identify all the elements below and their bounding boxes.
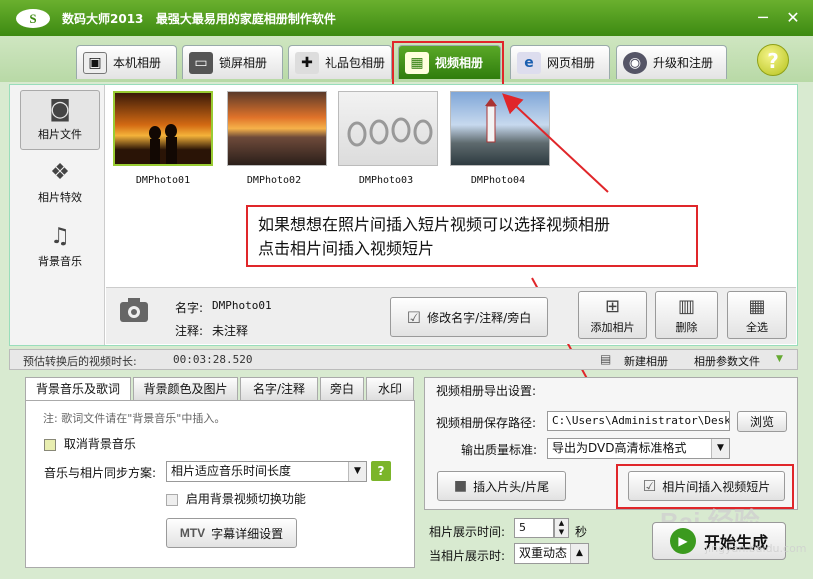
browse-button[interactable]: 浏览 [737,411,787,432]
arrow-to-video-tab [502,93,609,193]
name-label: 名字: [175,301,204,315]
select-all-button[interactable]: ▦ 全选 [727,291,787,339]
when-select[interactable]: 双重动态 ▲ [514,543,589,564]
play-icon: ▶ [669,528,696,554]
lyrics-note: 注: 歌词文件请在"背景音乐"中插入。 [43,412,226,425]
save-path-input[interactable]: C:\Users\Administrator\Desktop [547,411,730,431]
quality-label: 输出质量标准: [461,443,538,457]
chevron-up-icon[interactable]: ▲ [570,544,588,563]
document-icon: ▤ [600,352,612,366]
name-value: DMPhoto01 [212,299,272,312]
duration-label: 预估转换后的视频时长: [23,355,137,368]
chevron-down-icon[interactable]: ▼ [348,462,366,481]
add-photo-button[interactable]: ⊞ 添加相片 [578,291,647,339]
seconds-label: 秒 [575,525,588,539]
grid-icon: ▦ [748,295,766,317]
param-file-menu[interactable]: 相册参数文件 [694,353,760,369]
checkbox-box[interactable] [166,493,178,506]
note-value: 未注释 [212,324,249,338]
tab-name-note[interactable]: 名字/注释 [240,377,318,400]
duration-value: 00:03:28.520 [173,353,253,366]
subtitle-settings-button[interactable]: MTV 字幕详细设置 [166,518,297,548]
sync-label: 音乐与相片同步方案: [44,466,157,480]
edit-check-icon: ☑ [406,307,422,327]
tab-narration[interactable]: 旁白 [320,377,364,400]
dropdown-triangle-icon[interactable]: ▼ [776,354,783,364]
insert-head-tail-button[interactable]: ■ 插入片头/片尾 [437,471,566,501]
export-heading: 视频相册导出设置: [436,384,537,398]
path-label: 视频相册保存路径: [436,416,537,430]
tab-bg-color-image[interactable]: 背景颜色及图片 [133,377,238,400]
spinner-arrows-icon[interactable]: ▲ ▼ [554,518,569,538]
new-album-link[interactable]: 新建相册 [624,353,668,369]
mtv-icon: MTV [179,526,206,540]
checkbox-box[interactable] [44,438,56,451]
edit-name-note-button[interactable]: ☑ 修改名字/注释/旁白 [390,297,548,337]
tab-watermark[interactable]: 水印 [366,377,414,400]
cancel-bg-music-checkbox[interactable]: 取消背景音乐 [44,435,136,452]
tab-music-lyrics[interactable]: 背景音乐及歌词 [25,377,131,401]
sync-select[interactable]: 相片适应音乐时间长度 ▼ [166,461,367,482]
add-photo-icon: ⊞ [604,295,621,317]
display-time-input[interactable]: 5 [514,518,554,538]
delete-button[interactable]: ▥ 删除 [655,291,718,339]
quality-select[interactable]: 导出为DVD高清标准格式 ▼ [547,438,730,459]
camera-icon [118,294,150,326]
sync-help-button[interactable]: ? [371,461,391,481]
display-time-label: 相片展示时间: [429,525,506,539]
enable-video-switch-checkbox[interactable]: 启用背景视频切换功能 [166,490,306,507]
note-label: 注释: [175,324,204,338]
chevron-down-icon[interactable]: ▼ [711,439,729,458]
trash-icon: ▥ [677,295,695,317]
baidu-watermark-url: jingyan.baidu.com [705,542,807,555]
when-label: 当相片展示时: [429,549,506,563]
video-camera-icon: ■ [453,478,468,494]
